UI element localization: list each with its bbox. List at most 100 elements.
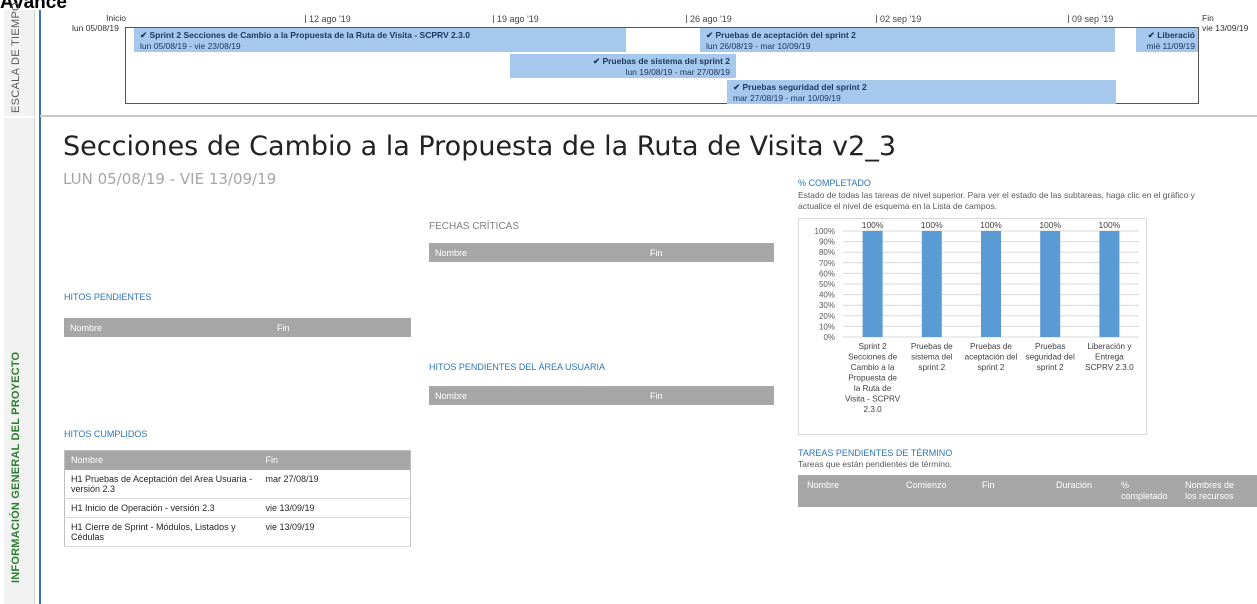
timeline-end-date: vie 13/09/19 [1202,23,1249,33]
col-completado: % completado [1121,480,1168,501]
category-label: sprint 2 [918,363,945,372]
category-label: Pruebas de [970,342,1012,351]
category-label: sprint 2 [1037,363,1064,372]
cell-name: H1 Inicio de Operación - versión 2.3 [64,498,260,518]
table-row[interactable]: H1 Cierre de Sprint - Módulos, Listados … [64,517,411,547]
timeline-start-date: lun 05/08/19 [72,23,119,33]
category-label: Entrega [1095,353,1124,362]
hitos-usuaria-heading: HITOS PENDIENTES DEL ÁREA USUARIA [429,362,606,372]
completado-heading: % COMPLETADO [798,178,871,188]
y-tick-label: 90% [819,238,835,247]
timeline-start-label: Inicio [106,13,126,23]
data-label: 100% [1039,220,1061,230]
category-label: aceptación del [965,353,1018,362]
cell-name: H1 Cierre de Sprint - Módulos, Listados … [64,517,260,547]
col-recursos: Nombres de los recursos [1185,480,1235,501]
tareas-pendientes-description: Tareas que están pendientes de término. [798,459,953,469]
hitos-pendientes-table: Nombre Fin [64,318,411,337]
col-end: Fin [644,243,774,262]
y-tick-label: 60% [819,269,835,278]
hitos-usuaria-table: Nombre Fin [429,386,774,405]
timeline-task-bar[interactable]: ✔ Pruebas de sistema del sprint 2 lun 19… [510,54,736,78]
col-name: Nombre [64,450,260,470]
y-tick-label: 100% [815,227,835,236]
fechas-criticas-heading: FECHAS CRÍTICAS [429,221,520,232]
col-end: Fin [644,386,774,405]
timeline[interactable]: Inicio lun 05/08/19 Fin vie 13/09/19 12 … [40,10,1257,117]
task-name: Sprint 2 Secciones de Cambio a la Propue… [149,30,470,40]
category-label: Liberación y [1087,342,1132,351]
task-dates: mar 27/08/19 - mar 10/09/19 [733,93,841,103]
category-label: Visita - SCPRV [845,395,901,404]
category-label: Propuesta de [848,374,897,383]
cell-end: vie 13/09/19 [259,498,411,518]
check-icon: ✔ [140,30,148,40]
y-tick-label: 10% [819,322,835,331]
col-comienzo: Comienzo [906,480,947,490]
report-subtitle: LUN 05/08/19 - VIE 13/09/19 [63,170,277,188]
col-duracion: Duración [1056,480,1093,490]
category-label: SCPRV 2.3.0 [1085,363,1134,372]
col-name: Nombre [429,243,644,262]
timeline-task-bar[interactable]: ✔ Pruebas de aceptación del sprint 2 lun… [700,28,1115,52]
task-name: Pruebas de sistema del sprint 2 [602,56,730,66]
timeline-tick: 19 ago '19 [493,14,539,24]
category-label: Cambio a la [851,363,895,372]
check-icon: ✔ [733,82,741,92]
report-title: Secciones de Cambio a la Propuesta de la… [63,131,897,162]
timeline-task-bar[interactable]: ✔ Pruebas seguridad del sprint 2 mar 27/… [727,80,1116,104]
timeline-end-label: Fin [1202,13,1214,23]
fechas-criticas-table: Nombre Fin [429,243,774,262]
hitos-pendientes-heading: HITOS PENDIENTES [64,292,152,302]
timeline-task-bar[interactable]: ✔ Liberació mié 11/09/19 [1136,28,1198,52]
col-end: Fin [259,450,411,470]
category-label: la Ruta de [854,384,892,393]
data-label: 100% [980,220,1002,230]
task-dates: lun 05/08/19 - vie 23/08/19 [140,41,241,51]
timeline-task-bar[interactable]: ✔ Sprint 2 Secciones de Cambio a la Prop… [134,28,626,52]
bar [981,231,1001,337]
timeline-tick: 12 ago '19 [305,14,351,24]
table-row[interactable]: H1 Pruebas de Aceptación del Area Usuari… [64,469,411,499]
task-name: Pruebas de aceptación del sprint 2 [715,30,856,40]
task-dates: mié 11/09/19 [1146,41,1195,51]
y-tick-label: 20% [819,312,835,321]
completado-chart-frame[interactable]: 0% 10% 20% 30% 40% 50% 60% 70% 80% 90% 100% 100% Spr… [798,218,1147,435]
category-label: Secciones de [848,353,898,362]
task-dates: lun 19/08/19 - mar 27/08/19 [625,67,730,77]
completado-description: Estado de todas las tareas de nivel supe… [798,190,1195,211]
category-label: Pruebas [1035,342,1066,351]
y-tick-label: 50% [819,280,835,289]
category-label: Sprint 2 [858,342,887,351]
timeline-side-bar: ESCALA DE TIEMPO [4,2,35,116]
timeline-tick: 09 sep '19 [1068,14,1113,24]
project-side-bar: INFORMACIÓN GENERAL DEL PROYECTO [4,118,35,604]
task-name: Liberació [1157,30,1195,40]
tareas-pendientes-header: Nombre Comienzo Fin Duración % completad… [798,475,1257,507]
col-end: Fin [271,318,411,337]
hitos-cumplidos-table: Nombre Fin H1 Pruebas de Aceptación del A… [64,450,411,547]
bar [1040,231,1061,337]
y-tick-label: 70% [819,259,835,268]
col-name: Nombre [64,318,271,337]
timeline-tick: 26 ago '19 [686,14,732,24]
timeline-side-label: ESCALA DE TIEMPO [10,2,22,113]
check-icon: ✔ [706,30,714,40]
y-tick-label: 0% [823,333,835,342]
category-label: 2.3.0 [863,405,882,414]
completado-chart: 0% 10%20% 30%40% 50% 60%70% 80%90% 100% 100% Spr… [815,220,1139,414]
task-name: Pruebas seguridad del sprint 2 [742,82,867,92]
data-label: 100% [1099,220,1121,230]
y-tick-label: 30% [819,301,835,310]
bar [862,231,883,337]
col-fin: Fin [982,480,995,490]
cell-end: vie 13/09/19 [259,517,411,547]
category-label: Pruebas de [911,342,953,351]
table-row[interactable]: H1 Inicio de Operación - versión 2.3 vie … [64,498,411,518]
check-icon: ✔ [1147,30,1155,40]
data-label: 100% [862,220,884,230]
data-label: 100% [921,220,943,230]
cell-name: H1 Pruebas de Aceptación del Area Usuari… [64,469,260,499]
bar [1099,231,1120,337]
category-label: seguridad del [1026,353,1075,362]
